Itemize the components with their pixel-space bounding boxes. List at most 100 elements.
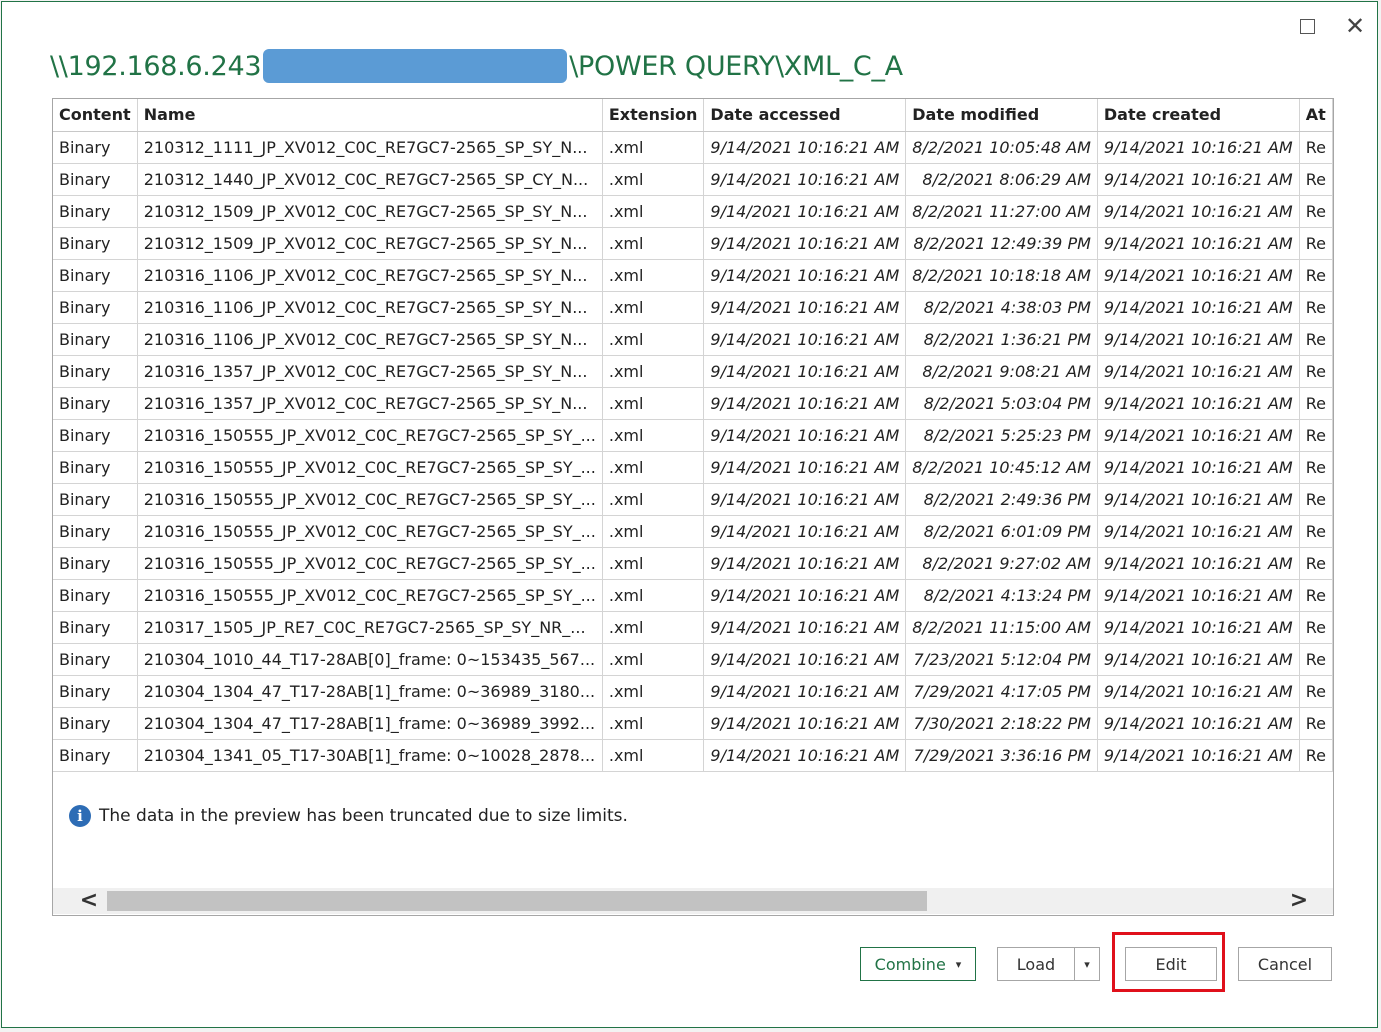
table-cell: 7/29/2021 4:17:05 PM [905, 675, 1098, 708]
table-cell: 8/2/2021 8:06:29 AM [905, 163, 1098, 196]
table-cell: 9/14/2021 10:16:21 AM [703, 483, 907, 516]
table-cell: .xml [602, 227, 705, 260]
table-row[interactable]: Binary 210316_150555_JP_XV012_C0C_RE7GC7-… [53, 483, 1333, 516]
table-cell: Binary [53, 131, 138, 164]
table-cell: 9/14/2021 10:16:21 AM [1097, 355, 1300, 388]
table-cell: 8/2/2021 9:27:02 AM [905, 547, 1098, 580]
table-row[interactable]: Binary 210316_1106_JP_XV012_C0C_RE7GC7-25… [53, 259, 1333, 292]
table-cell: Re [1299, 131, 1333, 164]
table-row[interactable]: Binary 210316_150555_JP_XV012_C0C_RE7GC7-… [53, 515, 1333, 548]
table-row[interactable]: Binary 210316_150555_JP_XV012_C0C_RE7GC7-… [53, 451, 1333, 484]
table-cell: 9/14/2021 10:16:21 AM [1097, 611, 1300, 644]
scroll-left-icon[interactable]: < [69, 888, 109, 914]
table-cell: .xml [602, 707, 705, 740]
table-cell: 9/14/2021 10:16:21 AM [703, 419, 907, 452]
table-cell: Re [1299, 611, 1333, 644]
table-cell: Binary [53, 675, 138, 708]
table-row[interactable]: Binary 210304_1010_44_T17-28AB[0]_frame: … [53, 643, 1333, 676]
table-cell: 9/14/2021 10:16:21 AM [703, 163, 907, 196]
path-suffix: \POWER QUERY\XML_C_A [569, 50, 903, 82]
table-cell: Re [1299, 291, 1333, 324]
table-cell: 9/14/2021 10:16:21 AM [1097, 675, 1300, 708]
table-cell: Re [1299, 707, 1333, 740]
column-header[interactable]: Content [53, 99, 138, 132]
column-header[interactable]: Date modified [905, 99, 1098, 132]
table-cell: 210312_1440_JP_XV012_C0C_RE7GC7-2565_SP_… [137, 163, 603, 196]
column-header[interactable]: Extension [602, 99, 705, 132]
table-cell: 9/14/2021 10:16:21 AM [703, 131, 907, 164]
table-cell: Binary [53, 355, 138, 388]
table-cell: Re [1299, 579, 1333, 612]
combine-button[interactable]: Combine ▾ [860, 947, 976, 981]
table-row[interactable]: Binary 210316_1106_JP_XV012_C0C_RE7GC7-25… [53, 323, 1333, 356]
table-cell: 9/14/2021 10:16:21 AM [703, 291, 907, 324]
maximize-button[interactable] [1292, 12, 1322, 40]
table-cell: 9/14/2021 10:16:21 AM [703, 227, 907, 260]
table-cell: 9/14/2021 10:16:21 AM [1097, 643, 1300, 676]
info-icon: i [69, 805, 91, 827]
column-header[interactable]: Date created [1097, 99, 1300, 132]
table-cell: 210316_1106_JP_XV012_C0C_RE7GC7-2565_SP_… [137, 259, 603, 292]
table-row[interactable]: Binary 210304_1304_47_T17-28AB[1]_frame: … [53, 675, 1333, 708]
table-row[interactable]: Binary 210304_1341_05_T17-30AB[1]_frame: … [53, 739, 1333, 772]
table-row[interactable]: Binary 210304_1304_47_T17-28AB[1]_frame: … [53, 707, 1333, 740]
table-cell: Binary [53, 643, 138, 676]
table-cell: 9/14/2021 10:16:21 AM [703, 451, 907, 484]
close-button[interactable]: ✕ [1340, 12, 1370, 40]
load-dropdown-button[interactable]: ▾ [1074, 947, 1100, 981]
table-row[interactable]: Binary 210316_150555_JP_XV012_C0C_RE7GC7-… [53, 579, 1333, 612]
column-header[interactable]: Name [137, 99, 603, 132]
table-cell: 9/14/2021 10:16:21 AM [1097, 451, 1300, 484]
table-row[interactable]: Binary 210312_1111_JP_XV012_C0C_RE7GC7-25… [53, 131, 1333, 164]
table-cell: Re [1299, 675, 1333, 708]
table-cell: .xml [602, 611, 705, 644]
table-cell: 210316_150555_JP_XV012_C0C_RE7GC7-2565_S… [137, 515, 603, 548]
load-button[interactable]: Load [997, 947, 1075, 981]
table-cell: .xml [602, 483, 705, 516]
table-cell: 9/14/2021 10:16:21 AM [1097, 195, 1300, 228]
truncation-message: The data in the preview has been truncat… [99, 806, 628, 826]
load-label: Load [1016, 954, 1056, 974]
table-row[interactable]: Binary 210316_1106_JP_XV012_C0C_RE7GC7-25… [53, 291, 1333, 324]
table-row[interactable]: Binary 210312_1509_JP_XV012_C0C_RE7GC7-25… [53, 195, 1333, 228]
column-header[interactable]: At [1299, 99, 1333, 132]
horizontal-scrollbar[interactable]: < > [53, 888, 1333, 914]
cancel-button[interactable]: Cancel [1238, 947, 1332, 981]
table-cell: Binary [53, 291, 138, 324]
table-row[interactable]: Binary 210316_1357_JP_XV012_C0C_RE7GC7-25… [53, 355, 1333, 388]
table-cell: 9/14/2021 10:16:21 AM [1097, 739, 1300, 772]
table-row[interactable]: Binary 210312_1440_JP_XV012_C0C_RE7GC7-25… [53, 163, 1333, 196]
table-cell: 9/14/2021 10:16:21 AM [1097, 227, 1300, 260]
table-cell: 9/14/2021 10:16:21 AM [703, 515, 907, 548]
table-row[interactable]: Binary 210316_1357_JP_XV012_C0C_RE7GC7-25… [53, 387, 1333, 420]
table-cell: Re [1299, 739, 1333, 772]
table-row[interactable]: Binary 210316_150555_JP_XV012_C0C_RE7GC7-… [53, 547, 1333, 580]
table-cell: 210316_150555_JP_XV012_C0C_RE7GC7-2565_S… [137, 451, 603, 484]
table-cell: Re [1299, 227, 1333, 260]
navigator-dialog: ✕ \\192.168.6.243 \POWER QUERY\XML_C_A C… [1, 1, 1378, 1028]
table-cell: 210304_1341_05_T17-30AB[1]_frame: 0~1002… [137, 739, 603, 772]
combine-label: Combine [874, 954, 946, 974]
preview-table: Content Name Extension Date accessed Date mo… [53, 99, 1333, 772]
table-cell: .xml [602, 451, 705, 484]
table-cell: 210312_1509_JP_XV012_C0C_RE7GC7-2565_SP_… [137, 227, 603, 260]
table-cell: Re [1299, 451, 1333, 484]
table-cell: .xml [602, 515, 705, 548]
column-header[interactable]: Date accessed [703, 99, 907, 132]
chevron-down-icon: ▾ [1084, 957, 1090, 971]
table-cell: 9/14/2021 10:16:21 AM [1097, 419, 1300, 452]
redacted-path-segment [263, 49, 568, 83]
scrollbar-thumb[interactable] [107, 891, 927, 911]
table-row[interactable]: Binary 210316_150555_JP_XV012_C0C_RE7GC7-… [53, 419, 1333, 452]
table-row[interactable]: Binary 210317_1505_JP_RE7_C0C_RE7GC7-2565… [53, 611, 1333, 644]
table-cell: .xml [602, 579, 705, 612]
scroll-right-icon[interactable]: > [1279, 888, 1319, 914]
table-cell: Re [1299, 387, 1333, 420]
table-cell: Binary [53, 227, 138, 260]
table-cell: Binary [53, 611, 138, 644]
table-cell: Re [1299, 643, 1333, 676]
table-cell: 8/2/2021 10:05:48 AM [905, 131, 1098, 164]
table-row[interactable]: Binary 210312_1509_JP_XV012_C0C_RE7GC7-25… [53, 227, 1333, 260]
table-cell: Re [1299, 515, 1333, 548]
table-cell: 9/14/2021 10:16:21 AM [703, 259, 907, 292]
